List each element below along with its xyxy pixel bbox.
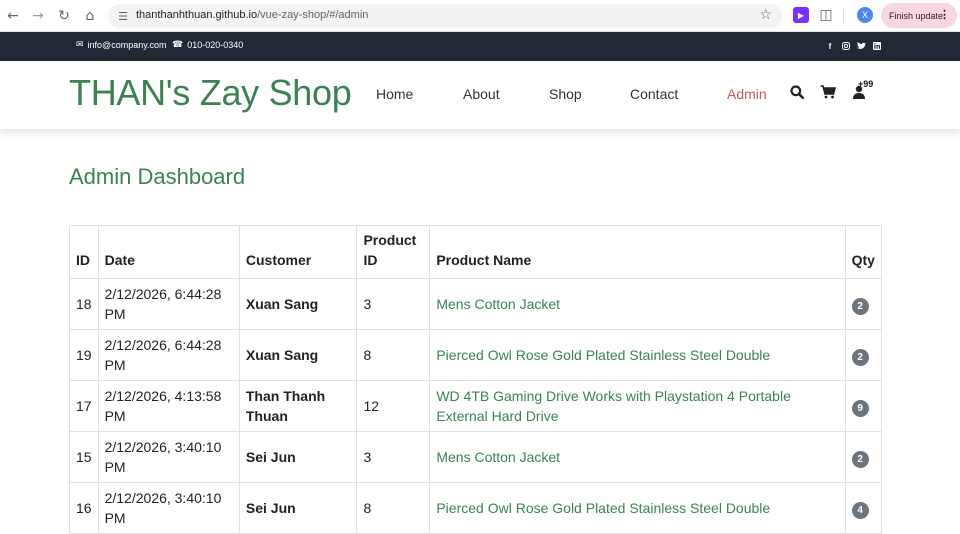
- url-text: thanthanhthuan.github.io/vue-zay-shop/#/…: [136, 9, 369, 21]
- table-row: 19 2/12/2026, 6:44:28 PM Xuan Sang 8 Pie…: [69, 329, 883, 381]
- table-header-row: ID Date Customer Product ID Product Name…: [69, 225, 883, 279]
- cell-customer: Xuan Sang: [238, 278, 358, 330]
- cell-product-id: 3: [356, 431, 431, 483]
- cell-product-id: 12: [356, 380, 431, 432]
- cell-customer: Sei Jun: [238, 431, 358, 483]
- header-product-id: Product ID: [356, 225, 431, 279]
- cell-product-name[interactable]: WD 4TB Gaming Drive Works with Playstati…: [429, 380, 846, 432]
- cell-id: 15: [69, 431, 99, 483]
- cell-qty: 2: [844, 278, 883, 330]
- nav-contact[interactable]: Contact: [630, 86, 678, 102]
- top-info-bar: ✉ info@company.com ☎ 010-020-0340 f: [0, 32, 960, 61]
- cell-qty: 4: [844, 482, 883, 534]
- forward-icon[interactable]: →: [29, 7, 47, 25]
- nav-admin[interactable]: Admin: [727, 86, 767, 102]
- header-qty: Qty: [844, 225, 883, 279]
- cell-qty: 2: [844, 329, 883, 381]
- table-row: 18 2/12/2026, 6:44:28 PM Xuan Sang 3 Men…: [69, 278, 883, 330]
- extensions-puzzle-icon[interactable]: ◫: [818, 7, 834, 23]
- site-info-icon[interactable]: ☰: [115, 8, 131, 24]
- browser-toolbar: ← → ↻ ⌂ ☰ thanthanhthuan.github.io/vue-z…: [0, 0, 960, 32]
- address-bar[interactable]: ☰ thanthanhthuan.github.io/vue-zay-shop/…: [108, 4, 782, 28]
- cell-customer: Than Thanh Thuan: [238, 380, 358, 432]
- page-title: Admin Dashboard: [69, 164, 246, 189]
- search-icon[interactable]: [788, 83, 806, 101]
- qty-badge: 2: [851, 297, 869, 315]
- orders-table: ID Date Customer Product ID Product Name…: [69, 225, 883, 534]
- qty-badge: 9: [851, 399, 869, 417]
- cell-qty: 2: [844, 431, 883, 483]
- qty-badge: 4: [851, 501, 869, 519]
- nav-shop[interactable]: Shop: [549, 86, 582, 102]
- facebook-icon[interactable]: f: [825, 41, 835, 51]
- user-badge-count: +99: [858, 79, 874, 89]
- extension-play-icon[interactable]: ▶: [793, 7, 809, 23]
- cell-product-name[interactable]: Mens Cotton Jacket: [429, 278, 846, 330]
- finish-update-button[interactable]: Finish update ⋮: [881, 3, 957, 28]
- linkedin-icon[interactable]: [872, 41, 882, 51]
- phone-contact[interactable]: ☎ 010-020-0340: [172, 40, 243, 50]
- header-customer: Customer: [238, 225, 358, 279]
- cell-product-id: 8: [356, 482, 431, 534]
- header-date: Date: [97, 225, 240, 279]
- cell-product-name[interactable]: Pierced Owl Rose Gold Plated Stainless S…: [429, 329, 846, 381]
- qty-badge: 2: [851, 450, 869, 468]
- phone-text: 010-020-0340: [187, 40, 244, 50]
- instagram-icon[interactable]: [841, 41, 851, 51]
- cell-customer: Xuan Sang: [238, 329, 358, 381]
- main-navbar: THAN's Zay Shop Home About Shop Contact …: [0, 61, 960, 129]
- cell-date: 2/12/2026, 3:40:10 PM: [97, 482, 240, 534]
- email-contact[interactable]: ✉ info@company.com: [76, 40, 167, 50]
- cell-qty: 9: [844, 380, 883, 432]
- brand-logo[interactable]: THAN's Zay Shop: [69, 72, 352, 114]
- cell-product-id: 3: [356, 278, 431, 330]
- cell-date: 2/12/2026, 6:44:28 PM: [97, 329, 240, 381]
- cell-product-name[interactable]: Pierced Owl Rose Gold Plated Stainless S…: [429, 482, 846, 534]
- nav-about[interactable]: About: [463, 86, 500, 102]
- qty-badge: 2: [851, 348, 869, 366]
- header-id: ID: [69, 225, 99, 279]
- reload-icon[interactable]: ↻: [55, 7, 73, 25]
- cell-id: 18: [69, 278, 99, 330]
- header-product-name: Product Name: [429, 225, 846, 279]
- profile-avatar[interactable]: X: [857, 7, 873, 23]
- back-icon[interactable]: ←: [4, 7, 22, 25]
- cell-customer: Sei Jun: [238, 482, 358, 534]
- toolbar-divider: [843, 9, 844, 23]
- cell-date: 2/12/2026, 4:13:58 PM: [97, 380, 240, 432]
- home-icon[interactable]: ⌂: [81, 7, 99, 25]
- table-row: 15 2/12/2026, 3:40:10 PM Sei Jun 3 Mens …: [69, 431, 883, 483]
- cell-id: 16: [69, 482, 99, 534]
- cell-id: 17: [69, 380, 99, 432]
- envelope-icon: ✉: [76, 40, 84, 50]
- cart-icon[interactable]: [819, 83, 837, 101]
- nav-home[interactable]: Home: [376, 86, 413, 102]
- cell-date: 2/12/2026, 6:44:28 PM: [97, 278, 240, 330]
- twitter-icon[interactable]: [856, 41, 866, 51]
- table-row: 16 2/12/2026, 3:40:10 PM Sei Jun 8 Pierc…: [69, 482, 883, 534]
- email-text: info@company.com: [87, 40, 167, 50]
- cell-date: 2/12/2026, 3:40:10 PM: [97, 431, 240, 483]
- more-menu-icon[interactable]: ⋮: [939, 8, 950, 21]
- cell-product-id: 8: [356, 329, 431, 381]
- phone-icon: ☎: [172, 40, 184, 50]
- cell-product-name[interactable]: Mens Cotton Jacket: [429, 431, 846, 483]
- table-row: 17 2/12/2026, 4:13:58 PM Than Thanh Thua…: [69, 380, 883, 432]
- bookmark-star-icon[interactable]: ☆: [759, 7, 772, 23]
- finish-update-label: Finish update: [889, 10, 944, 21]
- cell-id: 19: [69, 329, 99, 381]
